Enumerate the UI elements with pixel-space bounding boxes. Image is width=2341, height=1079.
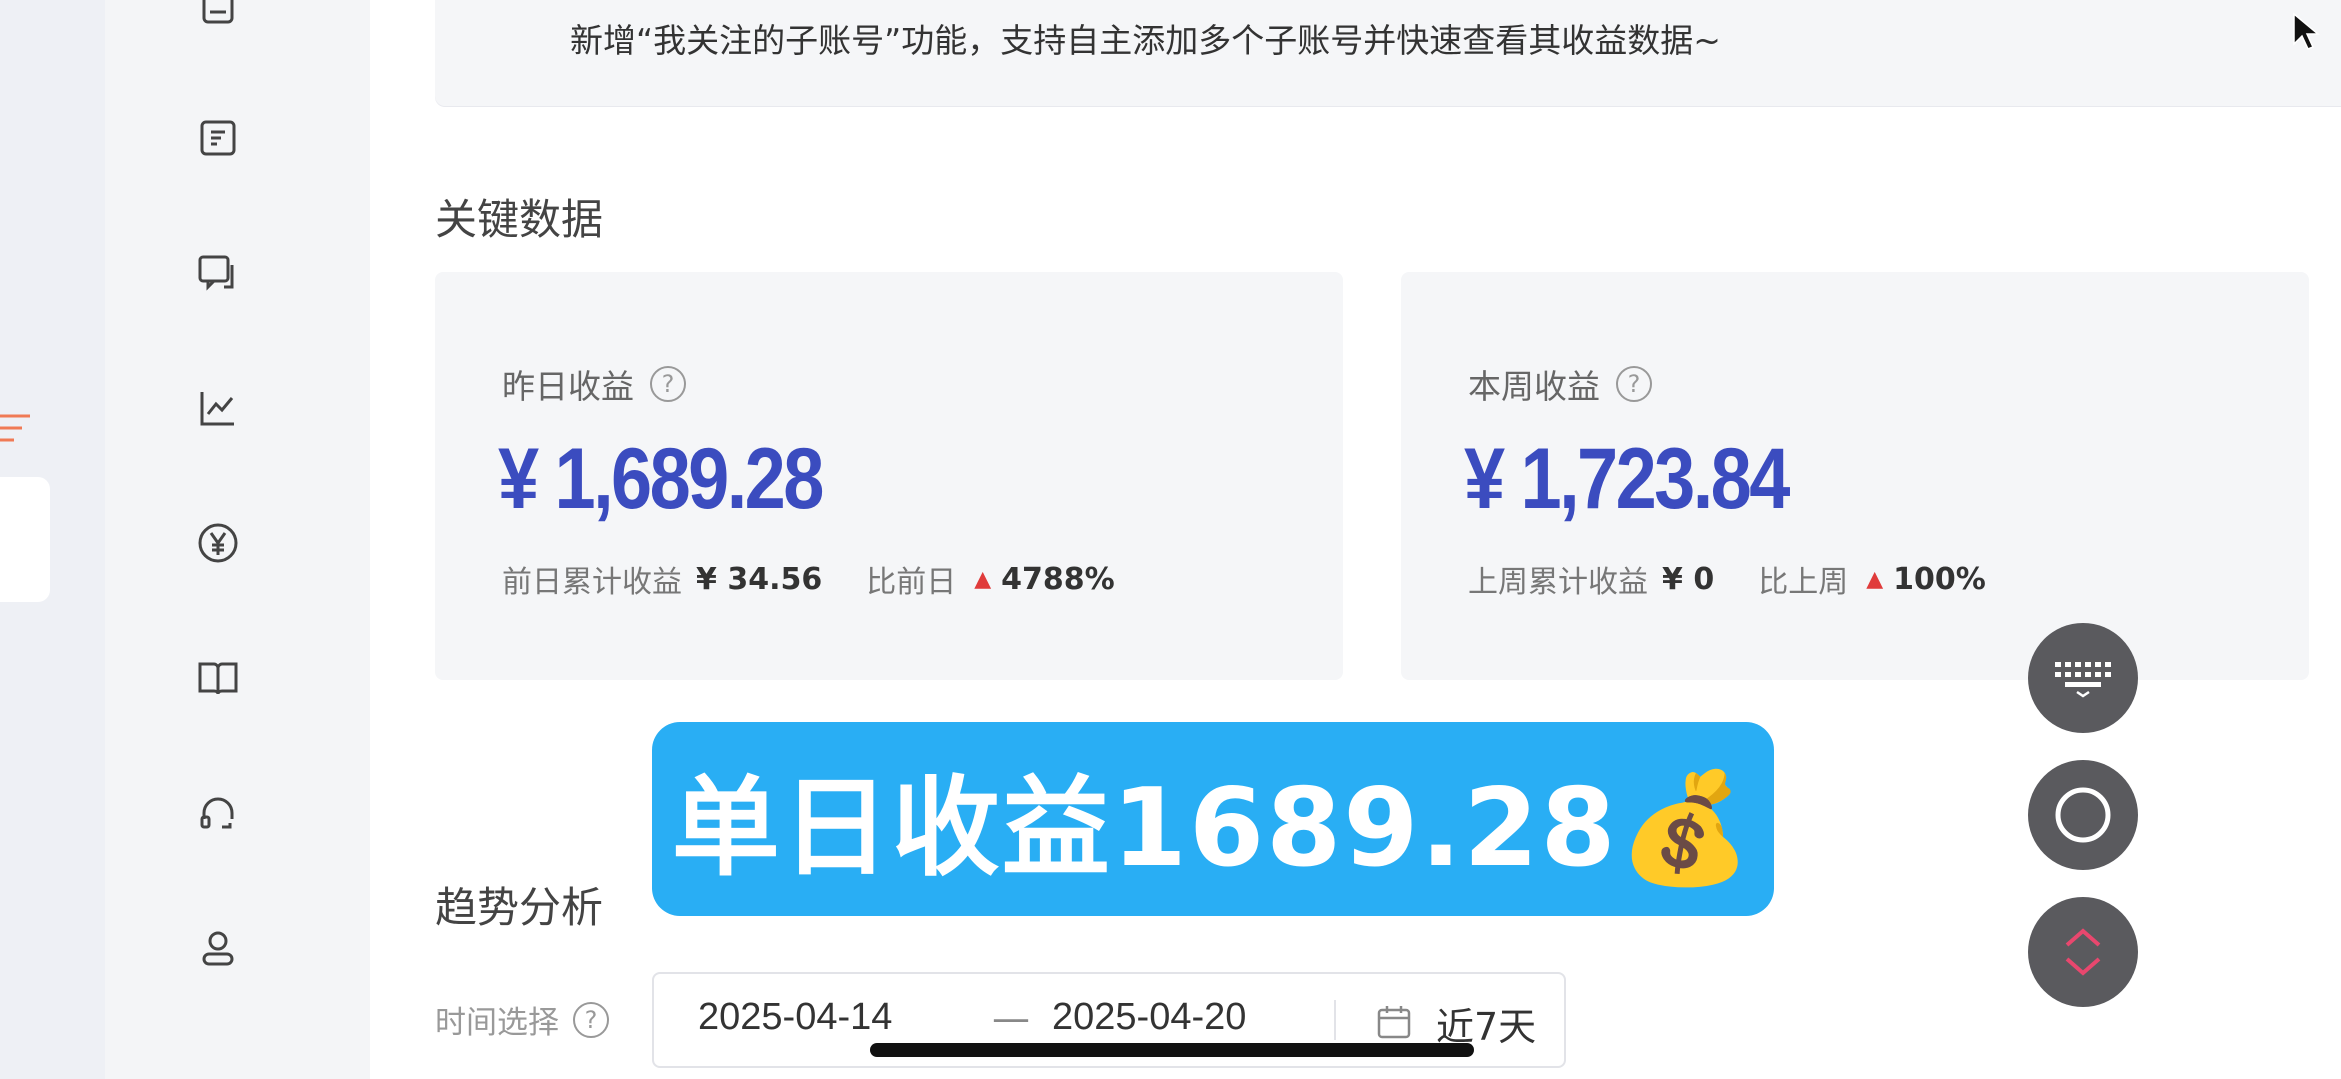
help-icon[interactable]: ? [650, 366, 686, 402]
start-date[interactable]: 2025-04-14 [698, 996, 892, 1039]
comment-icon[interactable] [190, 245, 246, 301]
card-label: 本周收益 ? [1468, 360, 1652, 408]
card-subline: 上周累计收益 ¥ 0 比上周 ▲ 100% [1468, 557, 1986, 601]
keyboard-button[interactable] [2028, 623, 2138, 733]
user-icon[interactable] [190, 920, 246, 976]
prev-week-value: ¥ 0 [1662, 561, 1715, 597]
trend-title: 趋势分析 [435, 883, 604, 932]
mouse-cursor-icon [2293, 12, 2320, 50]
circle-icon [2055, 787, 2111, 843]
prev-week-label: 上周累计收益 [1468, 565, 1648, 600]
banner-text: 单日收益1689.28💰 [671, 766, 1755, 891]
help-icon[interactable]: ? [1616, 366, 1652, 402]
keyboard-icon [2055, 662, 2111, 698]
book-icon[interactable] [190, 650, 246, 706]
article-icon[interactable] [190, 110, 246, 166]
yesterday-earnings-value: ¥ 1,689.28 [498, 431, 824, 527]
week-earnings-label: 本周收益 [1468, 367, 1600, 406]
week-earnings-card: 本周收益 ? ¥ 1,723.84 上周累计收益 ¥ 0 比上周 ▲ 100% [1401, 272, 2309, 680]
calendar-icon[interactable] [1376, 1004, 1412, 1040]
document-icon[interactable] [190, 0, 246, 38]
compare-label: 比前日 [866, 565, 957, 600]
date-separator: — [992, 996, 1030, 1040]
home-circle-button[interactable] [2028, 760, 2138, 870]
time-select-label-group: 时间选择 ? [435, 997, 609, 1042]
card-subline: 前日累计收益 ¥ 34.56 比前日 ▲ 4788% [502, 557, 1115, 601]
up-arrow-icon: ▲ [1866, 566, 1884, 592]
yen-icon[interactable] [190, 515, 246, 571]
notice-text: 新增“我关注的子账号”功能，支持自主添加多个子账号并快速查看其收益数据~ [570, 21, 1721, 60]
menu-lines-icon [0, 414, 30, 442]
chart-icon[interactable] [190, 380, 246, 436]
key-data-title: 关键数据 [435, 195, 604, 244]
compare-value: 4788% [1001, 561, 1115, 597]
divider [1334, 1000, 1336, 1040]
expand-chevrons-icon [2065, 928, 2101, 976]
end-date[interactable]: 2025-04-20 [1052, 996, 1246, 1039]
prev-day-value: ¥ 34.56 [696, 561, 823, 597]
yesterday-earnings-card: 昨日收益 ? ¥ 1,689.28 前日累计收益 ¥ 34.56 比前日 ▲ 4… [435, 272, 1343, 680]
headset-icon[interactable] [190, 785, 246, 841]
card-label: 昨日收益 ? [502, 360, 686, 408]
home-indicator[interactable] [870, 1043, 1474, 1057]
compare-value: 100% [1893, 561, 1986, 597]
earnings-overlay-banner: 单日收益1689.28💰 [652, 722, 1774, 916]
left-panel-card[interactable] [0, 477, 50, 602]
week-earnings-value: ¥ 1,723.84 [1464, 431, 1790, 527]
yesterday-earnings-label: 昨日收益 [502, 367, 634, 406]
compare-label: 比上周 [1758, 565, 1849, 600]
expand-button[interactable] [2028, 897, 2138, 1007]
prev-day-label: 前日累计收益 [502, 565, 682, 600]
help-icon[interactable]: ? [573, 1001, 609, 1038]
time-select-label: 时间选择 [435, 1005, 559, 1041]
up-arrow-icon: ▲ [974, 566, 992, 592]
